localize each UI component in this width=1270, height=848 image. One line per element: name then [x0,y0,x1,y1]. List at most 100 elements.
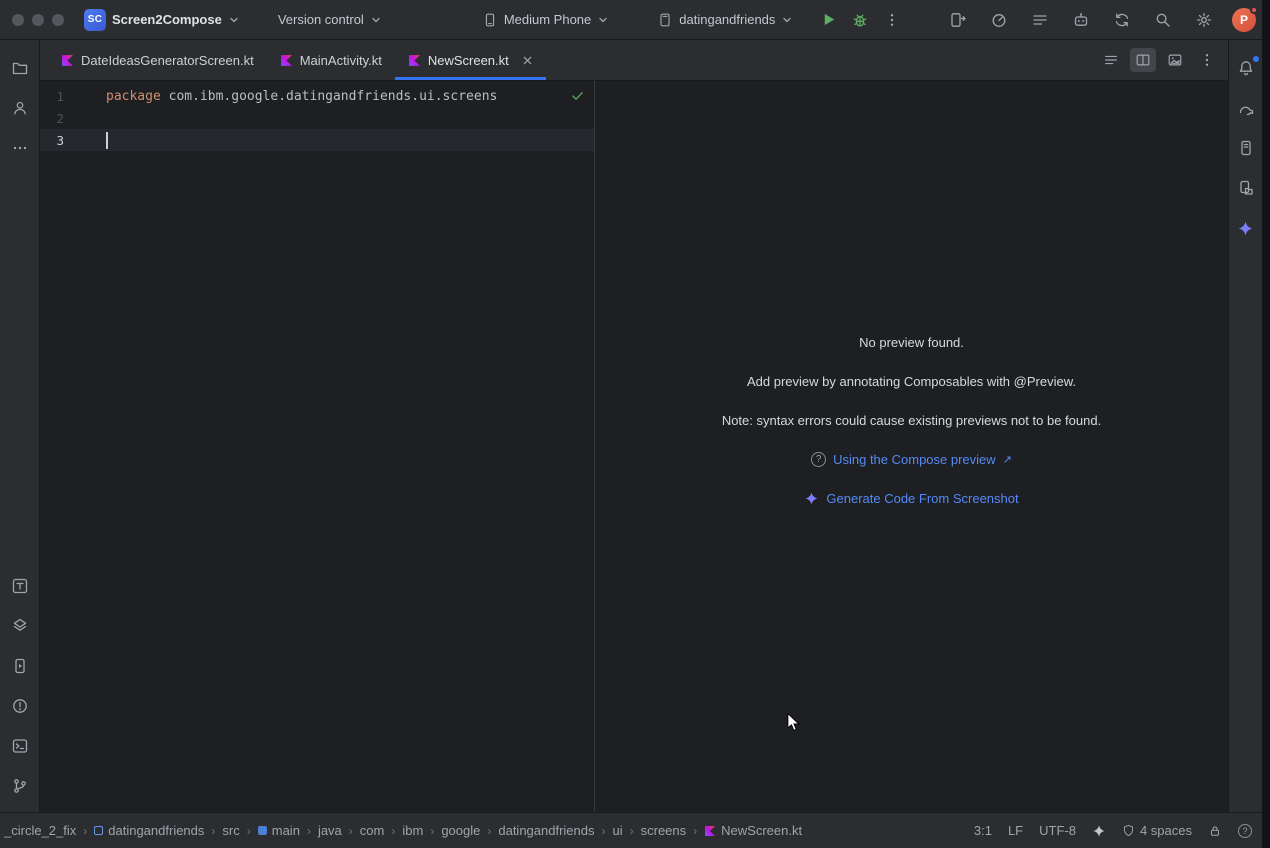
source-root-icon [258,826,267,835]
debug-button[interactable] [847,7,873,33]
generate-code-from-screenshot-link[interactable]: Generate Code From Screenshot [804,491,1018,506]
ui-designer-tool-button[interactable] [5,571,35,601]
device-explorer-tool-button[interactable] [1231,173,1261,203]
minimize-window-button[interactable] [32,14,44,26]
tab-dateideasgeneratorscreen[interactable]: DateIdeasGeneratorScreen.kt [48,40,267,80]
inspection-status-widget[interactable]: ? [1238,824,1252,838]
close-window-button[interactable] [12,14,24,26]
tab-newscreen[interactable]: NewScreen.kt [395,40,546,80]
search-everywhere-button[interactable] [1150,7,1176,33]
user-avatar[interactable]: P [1232,8,1256,32]
code-line-1[interactable]: 1 package com.ibm.google.datingandfriend… [40,85,594,107]
breadcrumb-item[interactable]: ibm [402,823,423,838]
breadcrumb-item[interactable]: datingandfriends [498,823,594,838]
more-run-options-button[interactable] [879,7,905,33]
kotlin-file-icon [704,825,716,837]
version-control-tool-button[interactable] [5,771,35,801]
terminal-tool-button[interactable] [5,731,35,761]
phone-icon [482,12,498,28]
preview-empty-hint: Add preview by annotating Composables wi… [747,374,1076,389]
breadcrumb-item[interactable]: screens [641,823,687,838]
breadcrumb-item[interactable]: google [441,823,480,838]
titlebar-right-actions: P [945,7,1270,33]
gradle-icon [1237,99,1255,117]
editor-more-options-button[interactable] [1194,48,1220,72]
virtual-device-icon [657,12,673,28]
window-controls [0,14,64,26]
compose-preview-help-link[interactable]: ? Using the Compose preview ↗ [811,452,1012,467]
close-tab-button[interactable] [522,55,533,66]
device-mirroring-button[interactable] [945,7,971,33]
encoding-widget[interactable]: UTF-8 [1039,823,1076,838]
breadcrumb-item[interactable]: _circle_2_fix [4,823,76,838]
notifications-button[interactable] [1231,53,1261,83]
indent-widget[interactable]: 4 spaces [1122,823,1192,838]
breadcrumb-item-file[interactable]: NewScreen.kt [704,823,802,838]
logcat-button[interactable] [1027,7,1053,33]
breadcrumb-item[interactable]: main [258,823,300,838]
more-vertical-icon [1199,52,1215,68]
pull-requests-tool-button[interactable] [5,93,35,123]
version-control-widget[interactable]: Version control [272,9,388,30]
notification-dot [1253,56,1259,62]
caret-position-widget[interactable]: 3:1 [974,823,992,838]
run-button[interactable] [815,7,841,33]
code-editor[interactable]: 1 package com.ibm.google.datingandfriend… [40,81,595,812]
notification-dot [1250,6,1258,14]
debug-bug-icon [851,11,869,29]
project-tool-button[interactable] [5,53,35,83]
breadcrumb-item[interactable]: src [222,823,239,838]
compose-preview-panel: No preview found. Add preview by annotat… [595,81,1228,812]
project-badge-icon: SC [84,9,106,31]
breadcrumb-item[interactable]: ui [613,823,623,838]
help-link-label: Using the Compose preview [833,452,996,467]
gemini-status-widget[interactable] [1092,824,1106,838]
breadcrumb-separator: › [307,824,311,838]
inspections-widget[interactable] [570,88,585,103]
settings-button[interactable] [1191,7,1217,33]
profiler-button[interactable] [986,7,1012,33]
code-line-3-current[interactable]: 3 [40,129,594,151]
line-number[interactable]: 2 [40,111,64,126]
keyword-token: package [106,89,161,104]
design-view-button[interactable] [1162,48,1188,72]
line-number[interactable]: 1 [40,89,64,104]
breadcrumb-separator: › [391,824,395,838]
breadcrumb-item[interactable]: com [360,823,385,838]
shield-icon [1122,824,1135,837]
project-widget[interactable]: SC Screen2Compose [78,6,246,34]
layers-tool-button[interactable] [5,611,35,641]
more-tool-windows-button[interactable] [5,133,35,163]
terminal-icon [11,737,29,755]
gemini-tool-button[interactable] [1231,213,1261,243]
code-view-button[interactable] [1098,48,1124,72]
gradle-tool-button[interactable] [1231,93,1261,123]
studio-bot-button[interactable] [1068,7,1094,33]
chevron-down-icon [597,14,609,26]
tab-mainactivity[interactable]: MainActivity.kt [267,40,395,80]
sync-project-button[interactable] [1109,7,1135,33]
app-quality-insights-icon [11,697,29,715]
running-devices-tool-button[interactable] [5,651,35,681]
device-selector[interactable]: Medium Phone [476,9,615,31]
breadcrumb: _circle_2_fix › datingandfriends › src ›… [4,823,802,838]
layers-icon [11,617,29,635]
preview-empty-title: No preview found. [859,335,964,350]
app-quality-insights-tool-button[interactable] [5,691,35,721]
zoom-window-button[interactable] [52,14,64,26]
notifications-bell-icon [1237,59,1255,77]
run-configuration-selector[interactable]: datingandfriends [651,9,799,31]
breadcrumb-item[interactable]: java [318,823,342,838]
editor-view-modes [1098,40,1228,80]
split-view-button[interactable] [1130,48,1156,72]
breadcrumb-separator: › [487,824,491,838]
device-manager-tool-button[interactable] [1231,133,1261,163]
line-number[interactable]: 3 [40,133,64,148]
line-separator-widget[interactable]: LF [1008,823,1023,838]
code-line-2[interactable]: 2 [40,107,594,129]
more-vertical-icon [884,12,900,28]
project-name: Screen2Compose [112,12,222,27]
breadcrumb-item[interactable]: datingandfriends [94,823,204,838]
status-bar-widgets: 3:1 LF UTF-8 4 spaces ? [974,823,1252,838]
readonly-toggle-widget[interactable] [1208,824,1222,838]
